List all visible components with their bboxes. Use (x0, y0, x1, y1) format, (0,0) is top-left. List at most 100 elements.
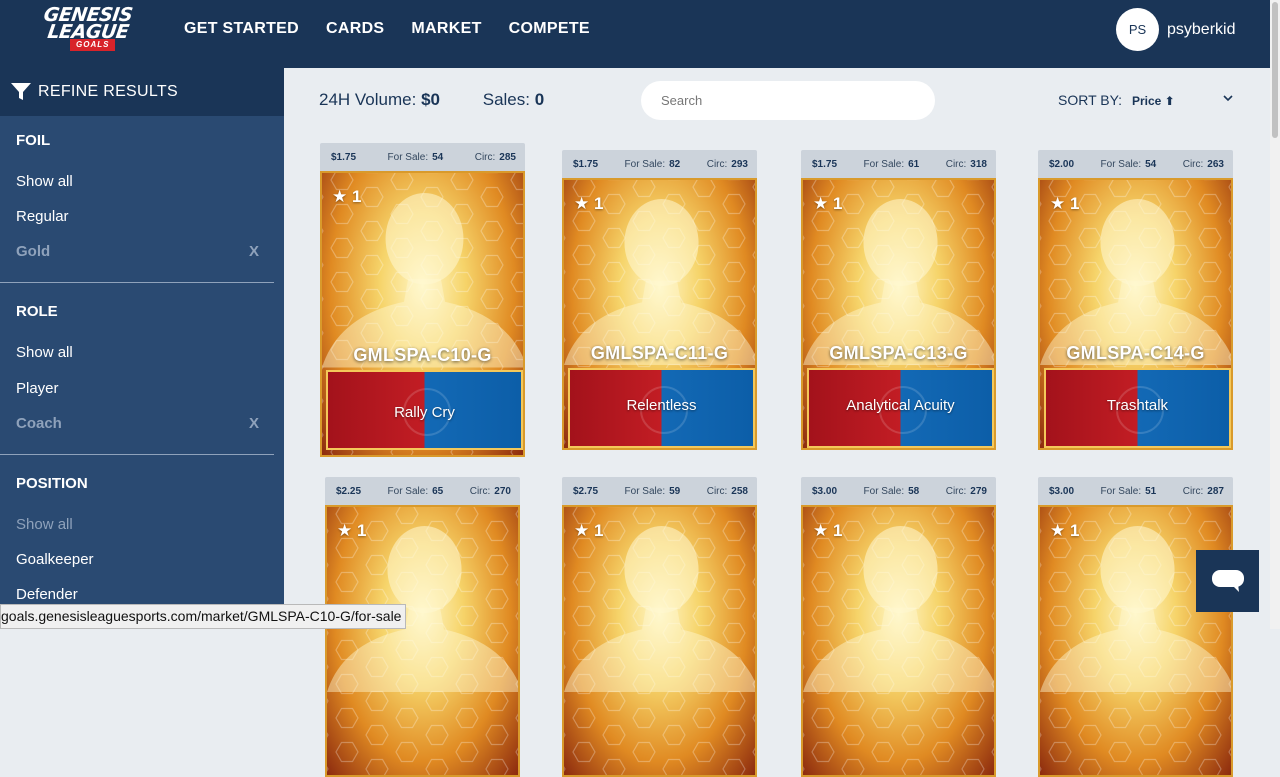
card-price: $1.75 (812, 159, 837, 170)
nav-get-started[interactable]: GET STARTED (184, 20, 299, 38)
for-sale-count: 65 (432, 486, 443, 497)
role-title: ROLE (16, 303, 58, 320)
card-ability-name: Analytical Acuity (809, 397, 992, 414)
market-stats: 24H Volume: $0 Sales: 0 (319, 90, 544, 110)
user-menu[interactable]: PS psyberkid (1116, 8, 1235, 51)
card-price: $3.00 (812, 486, 837, 497)
circ-label: Circ: (1183, 159, 1204, 170)
foil-regular[interactable]: Regular (16, 208, 69, 225)
card-ability-banner: Relentless (568, 368, 755, 448)
card-code: GMLSPA-C10-G (322, 345, 523, 366)
genesis-league-logo[interactable]: GENESIS LEAGUE GOALS (28, 6, 148, 52)
divider (0, 454, 274, 455)
card-artwork[interactable]: ★ 1 (801, 505, 996, 777)
circ-stat: Circ:263 (1183, 159, 1224, 170)
main-nav: GET STARTED CARDS MARKET COMPETE (184, 20, 617, 38)
volume-label: 24H Volume: (319, 90, 416, 109)
for-sale-label: For Sale: (625, 159, 666, 170)
username[interactable]: psyberkid (1167, 21, 1235, 39)
card-star-level: ★ 1 (337, 521, 366, 541)
for-sale-count: 54 (1145, 159, 1156, 170)
search-input[interactable] (641, 81, 935, 120)
market-card[interactable]: $3.00 For Sale:51 Circ:287 ★ 1 (1038, 477, 1233, 777)
card-info-bar: $2.25 For Sale:65 Circ:270 (325, 477, 520, 505)
position-defender[interactable]: Defender (16, 586, 78, 603)
for-sale-label: For Sale: (864, 159, 905, 170)
for-sale-label: For Sale: (625, 486, 666, 497)
for-sale-stat: For Sale:54 (1101, 159, 1157, 170)
player-silhouette (1040, 507, 1233, 777)
sales-value: 0 (535, 90, 544, 109)
card-ability-name: Relentless (570, 397, 753, 414)
for-sale-count: 82 (669, 159, 680, 170)
sort-label: SORT BY: (1058, 92, 1122, 108)
card-price: $2.00 (1049, 159, 1074, 170)
chat-button[interactable] (1196, 550, 1259, 612)
for-sale-label: For Sale: (388, 486, 429, 497)
circ-count: 287 (1207, 486, 1224, 497)
circ-stat: Circ:318 (946, 159, 987, 170)
market-card[interactable]: $1.75 For Sale:54 Circ:285 ★ 1 GMLSPA-C1… (320, 143, 525, 457)
for-sale-label: For Sale: (1101, 159, 1142, 170)
logo-line-3: GOALS (70, 39, 115, 51)
market-card[interactable]: $3.00 For Sale:58 Circ:279 ★ 1 (801, 477, 996, 777)
market-card[interactable]: $1.75 For Sale:61 Circ:318 ★ 1 GMLSPA-C1… (801, 150, 996, 450)
card-info-bar: $3.00 For Sale:51 Circ:287 (1038, 477, 1233, 505)
status-bar-url: goals.genesisleaguesports.com/market/GML… (0, 604, 406, 629)
foil-gold[interactable]: Gold (16, 243, 50, 260)
chevron-down-icon[interactable] (1222, 92, 1234, 104)
card-info-bar: $1.75 For Sale:54 Circ:285 (320, 143, 525, 171)
avatar[interactable]: PS (1116, 8, 1159, 51)
card-artwork[interactable]: ★ 1 (1038, 505, 1233, 777)
card-star-level: ★ 1 (332, 187, 361, 207)
card-price: $1.75 (573, 159, 598, 170)
card-code: GMLSPA-C14-G (1040, 343, 1231, 364)
card-artwork[interactable]: ★ 1 GMLSPA-C10-G Rally Cry (320, 171, 525, 457)
card-artwork[interactable]: ★ 1 GMLSPA-C11-G Relentless (562, 178, 757, 450)
card-artwork[interactable]: ★ 1 GMLSPA-C14-G Trashtalk (1038, 178, 1233, 450)
card-artwork[interactable]: ★ 1 (562, 505, 757, 777)
player-silhouette (327, 507, 520, 777)
card-ability-banner: Analytical Acuity (807, 368, 994, 448)
nav-compete[interactable]: COMPETE (509, 20, 590, 38)
position-show-all[interactable]: Show all (16, 516, 73, 533)
volume-value: $0 (421, 90, 440, 109)
market-card[interactable]: $2.75 For Sale:59 Circ:258 ★ 1 (562, 477, 757, 777)
for-sale-label: For Sale: (864, 486, 905, 497)
circ-count: 270 (494, 486, 511, 497)
circ-label: Circ: (475, 152, 496, 163)
position-goalkeeper[interactable]: Goalkeeper (16, 551, 94, 568)
for-sale-stat: For Sale:51 (1101, 486, 1157, 497)
for-sale-stat: For Sale:54 (388, 152, 444, 163)
role-show-all[interactable]: Show all (16, 344, 73, 361)
foil-show-all[interactable]: Show all (16, 173, 73, 190)
filter-sidebar: REFINE RESULTS FOIL Show all Regular Gol… (0, 68, 284, 629)
top-nav: GENESIS LEAGUE GOALS GET STARTED CARDS M… (0, 0, 1270, 68)
for-sale-stat: For Sale:82 (625, 159, 681, 170)
foil-clear-button[interactable]: X (249, 243, 259, 260)
card-artwork[interactable]: ★ 1 (325, 505, 520, 777)
market-card[interactable]: $1.75 For Sale:82 Circ:293 ★ 1 GMLSPA-C1… (562, 150, 757, 450)
refine-results-header[interactable]: REFINE RESULTS (0, 68, 284, 116)
player-silhouette (803, 507, 996, 777)
circ-label: Circ: (707, 486, 728, 497)
card-star-level: ★ 1 (574, 194, 603, 214)
refine-results-label: REFINE RESULTS (38, 83, 178, 101)
card-star-level: ★ 1 (813, 194, 842, 214)
role-player[interactable]: Player (16, 380, 59, 397)
nav-market[interactable]: MARKET (411, 20, 481, 38)
card-price: $3.00 (1049, 486, 1074, 497)
sales-label: Sales: (483, 90, 530, 109)
role-clear-button[interactable]: X (249, 415, 259, 432)
sort-dropdown[interactable]: SORT BY: Price ⬆ (1058, 92, 1175, 108)
card-ability-name: Trashtalk (1046, 397, 1229, 414)
role-coach[interactable]: Coach (16, 415, 62, 432)
card-artwork[interactable]: ★ 1 GMLSPA-C13-G Analytical Acuity (801, 178, 996, 450)
sort-value[interactable]: Price ⬆ (1132, 94, 1175, 108)
circ-stat: Circ:270 (470, 486, 511, 497)
card-star-level: ★ 1 (1050, 194, 1079, 214)
market-card[interactable]: $2.00 For Sale:54 Circ:263 ★ 1 GMLSPA-C1… (1038, 150, 1233, 450)
circ-label: Circ: (707, 159, 728, 170)
nav-cards[interactable]: CARDS (326, 20, 384, 38)
scrollbar-thumb[interactable] (1272, 2, 1278, 138)
